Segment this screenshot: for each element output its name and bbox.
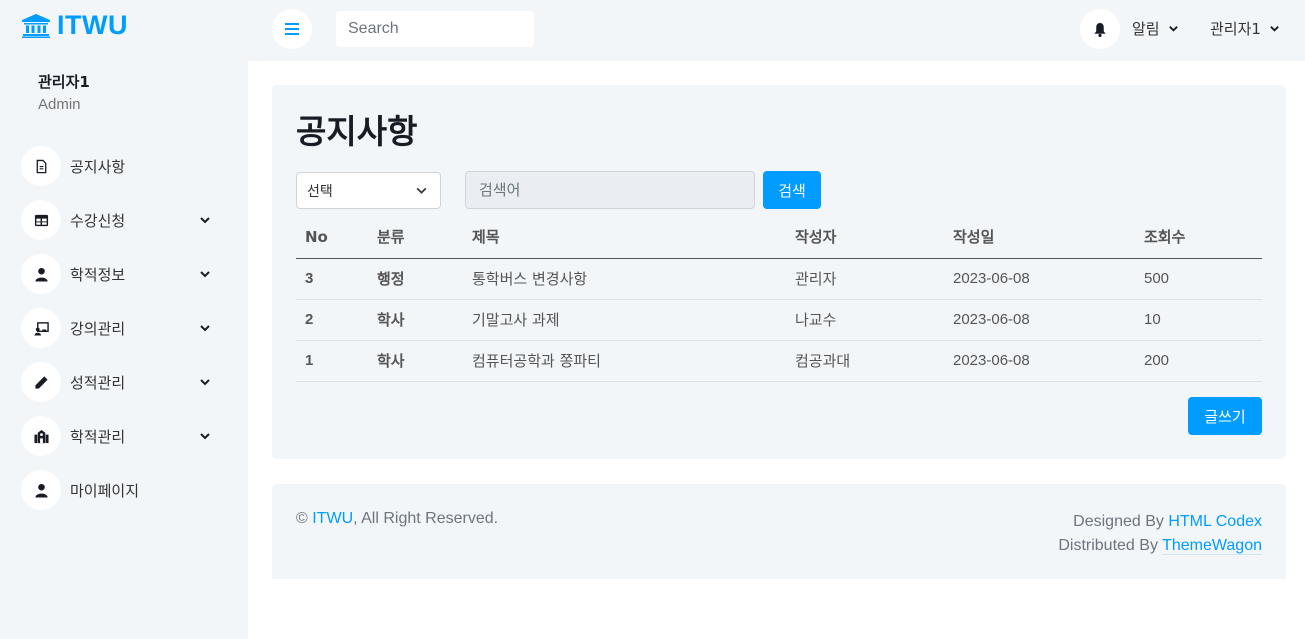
chevron-down-icon — [200, 379, 210, 386]
copyright-text: , All Right Reserved. — [353, 510, 499, 527]
user-menu-dropdown[interactable]: 관리자1 — [1210, 18, 1280, 39]
brand-name: ITWU — [57, 10, 128, 40]
cell-date: 2023-06-08 — [944, 340, 1135, 382]
footer-brand-link[interactable]: ITWU — [312, 510, 353, 527]
cell-category: 학사 — [368, 340, 463, 382]
chevron-down-icon — [1270, 26, 1279, 32]
footer: © ITWU, All Right Reserved. Designed By … — [272, 484, 1286, 579]
distributor-link[interactable]: ThemeWagon — [1162, 537, 1262, 555]
sidebar-item-label: 공지사항 — [70, 157, 126, 176]
cell-no: 2 — [296, 299, 368, 341]
top-navbar: 알림 관리자1 — [248, 0, 1305, 61]
copyright-symbol: © — [296, 510, 308, 527]
cell-views: 10 — [1135, 299, 1262, 341]
chevron-down-icon — [200, 217, 210, 224]
notifications-label: 알림 — [1132, 20, 1160, 38]
profile-role: Admin — [38, 96, 81, 113]
cell-category: 행정 — [368, 258, 463, 300]
sidebar-item-label: 마이페이지 — [70, 481, 140, 500]
distributed-by-label: Distributed By — [1058, 537, 1158, 554]
write-post-button[interactable]: 글쓰기 — [1188, 397, 1262, 435]
sidebar: ITWU 관리자1 Admin 공지사항 수강신청 학적정보 강의관리 성적관리… — [0, 0, 248, 639]
sidebar-item-lecture-management[interactable]: 강의관리 — [21, 308, 221, 348]
credits: Designed By HTML Codex Distributed By Th… — [1058, 510, 1262, 558]
table-row[interactable]: 3 행정 통학버스 변경사항 관리자 2023-06-08 500 — [296, 258, 1262, 300]
user-menu-label: 관리자1 — [1210, 20, 1261, 38]
sidebar-item-academic-info[interactable]: 학적정보 — [21, 254, 221, 294]
column-header-no: No — [296, 216, 368, 259]
hamburger-icon — [285, 23, 299, 35]
notice-table: No 분류 제목 작성자 작성일 조회수 3 행정 통학버스 변경사항 관리자 … — [296, 216, 1262, 382]
cell-author: 관리자 — [786, 258, 944, 300]
cell-no: 3 — [296, 258, 368, 300]
user-icon — [21, 254, 61, 294]
cell-author: 나교수 — [786, 299, 944, 341]
cell-no: 1 — [296, 340, 368, 382]
bell-icon — [1094, 22, 1106, 37]
profile-name: 관리자1 — [38, 73, 90, 91]
category-select[interactable]: 선택 — [296, 172, 441, 209]
cell-date: 2023-06-08 — [944, 258, 1135, 300]
distributed-by: Distributed By ThemeWagon — [1058, 534, 1262, 558]
sidebar-item-label: 학적정보 — [70, 265, 126, 284]
table-icon — [21, 200, 61, 240]
user-profile: 관리자1 Admin — [38, 71, 90, 113]
chevron-down-icon — [1168, 26, 1178, 32]
notice-board-card: 공지사항 선택 검색 No 분류 제목 작성자 작성일 조회수 3 행정 통학버… — [272, 85, 1286, 459]
sidebar-nav: 공지사항 수강신청 학적정보 강의관리 성적관리 학적관리 마이페이지 — [21, 146, 221, 524]
pen-icon — [21, 362, 61, 402]
column-header-category: 분류 — [368, 216, 463, 259]
file-icon — [21, 146, 61, 186]
cell-author: 컴공과대 — [786, 340, 944, 382]
chalkboard-teacher-icon — [21, 308, 61, 348]
user-icon — [21, 470, 61, 510]
keyword-input[interactable] — [465, 171, 755, 209]
sidebar-item-label: 강의관리 — [70, 319, 126, 338]
cell-title-link[interactable]: 기말고사 과제 — [463, 299, 786, 341]
sidebar-item-notices[interactable]: 공지사항 — [21, 146, 221, 186]
category-select-value: 선택 — [307, 183, 333, 200]
copyright: © ITWU, All Right Reserved. — [296, 510, 498, 528]
table-row[interactable]: 1 학사 컴퓨터공학과 쫑파티 컴공과대 2023-06-08 200 — [296, 340, 1262, 382]
notifications-button[interactable] — [1080, 9, 1120, 49]
column-header-views: 조회수 — [1135, 216, 1262, 259]
sidebar-item-label: 학적관리 — [70, 427, 126, 446]
brand-logo[interactable]: ITWU — [22, 10, 128, 41]
sidebar-item-label: 수강신청 — [70, 211, 126, 230]
table-row[interactable]: 2 학사 기말고사 과제 나교수 2023-06-08 10 — [296, 299, 1262, 341]
chevron-down-icon — [200, 433, 210, 440]
university-icon — [22, 13, 50, 38]
sidebar-item-label: 성적관리 — [70, 373, 126, 392]
sidebar-item-course-registration[interactable]: 수강신청 — [21, 200, 221, 240]
cell-date: 2023-06-08 — [944, 299, 1135, 341]
page-title: 공지사항 — [296, 112, 418, 151]
designed-by-label: Designed By — [1073, 513, 1164, 530]
chevron-down-icon — [200, 325, 210, 332]
chevron-down-icon — [200, 271, 210, 278]
cell-title-link[interactable]: 통학버스 변경사항 — [463, 258, 786, 300]
designed-by: Designed By HTML Codex — [1058, 510, 1262, 534]
cell-category: 학사 — [368, 299, 463, 341]
cell-views: 200 — [1135, 340, 1262, 382]
column-header-date: 작성일 — [944, 216, 1135, 259]
sidebar-item-mypage[interactable]: 마이페이지 — [21, 470, 221, 510]
notifications-dropdown[interactable]: 알림 — [1132, 18, 1179, 39]
chevron-down-icon — [416, 187, 427, 194]
sidebar-item-academic-records[interactable]: 학적관리 — [21, 416, 221, 456]
sidebar-item-grade-management[interactable]: 성적관리 — [21, 362, 221, 402]
sidebar-toggle-button[interactable] — [272, 9, 312, 49]
search-button[interactable]: 검색 — [763, 171, 821, 209]
column-header-author: 작성자 — [786, 216, 944, 259]
school-icon — [21, 416, 61, 456]
designer-link[interactable]: HTML Codex — [1168, 513, 1262, 530]
table-header-row: No 분류 제목 작성자 작성일 조회수 — [296, 216, 1262, 259]
search-input[interactable] — [336, 11, 534, 47]
cell-title-link[interactable]: 컴퓨터공학과 쫑파티 — [463, 340, 786, 382]
cell-views: 500 — [1135, 258, 1262, 300]
column-header-title: 제목 — [463, 216, 786, 259]
